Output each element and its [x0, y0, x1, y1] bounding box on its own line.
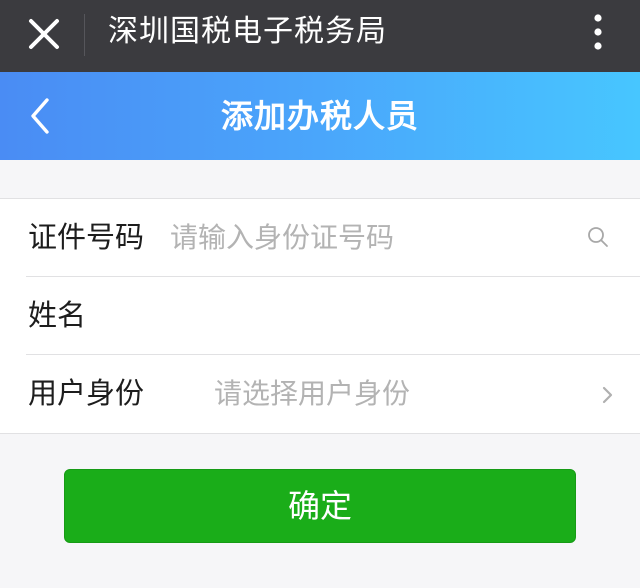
more-button[interactable] — [584, 12, 612, 52]
id-number-row: 证件号码 — [0, 199, 640, 277]
id-number-input[interactable] — [170, 216, 570, 258]
id-number-label: 证件号码 — [28, 220, 145, 254]
nav-title: 添加办税人员 — [220, 97, 419, 135]
user-role-select[interactable] — [214, 372, 574, 414]
search-icon[interactable] — [586, 225, 610, 249]
user-role-row[interactable]: 用户身份 — [0, 355, 640, 433]
back-button[interactable] — [22, 94, 62, 138]
more-vertical-icon — [594, 14, 602, 50]
name-row: 姓名 — [0, 277, 640, 355]
name-label: 姓名 — [28, 298, 87, 332]
close-button[interactable] — [24, 14, 64, 54]
user-role-label: 用户身份 — [28, 376, 145, 410]
name-input[interactable] — [170, 294, 610, 336]
staff-form: 证件号码 姓名 用户身份 — [0, 198, 640, 434]
title-divider — [84, 14, 85, 56]
close-icon — [29, 19, 59, 49]
navigation-header: 添加办税人员 — [0, 72, 640, 160]
confirm-button[interactable]: 确定 — [64, 469, 576, 543]
page-title: 深圳国税电子税务局 — [108, 14, 387, 49]
wechat-title-bar: 深圳国税电子税务局 — [0, 0, 640, 72]
chevron-right-icon — [602, 386, 613, 404]
chevron-left-icon — [31, 98, 49, 134]
